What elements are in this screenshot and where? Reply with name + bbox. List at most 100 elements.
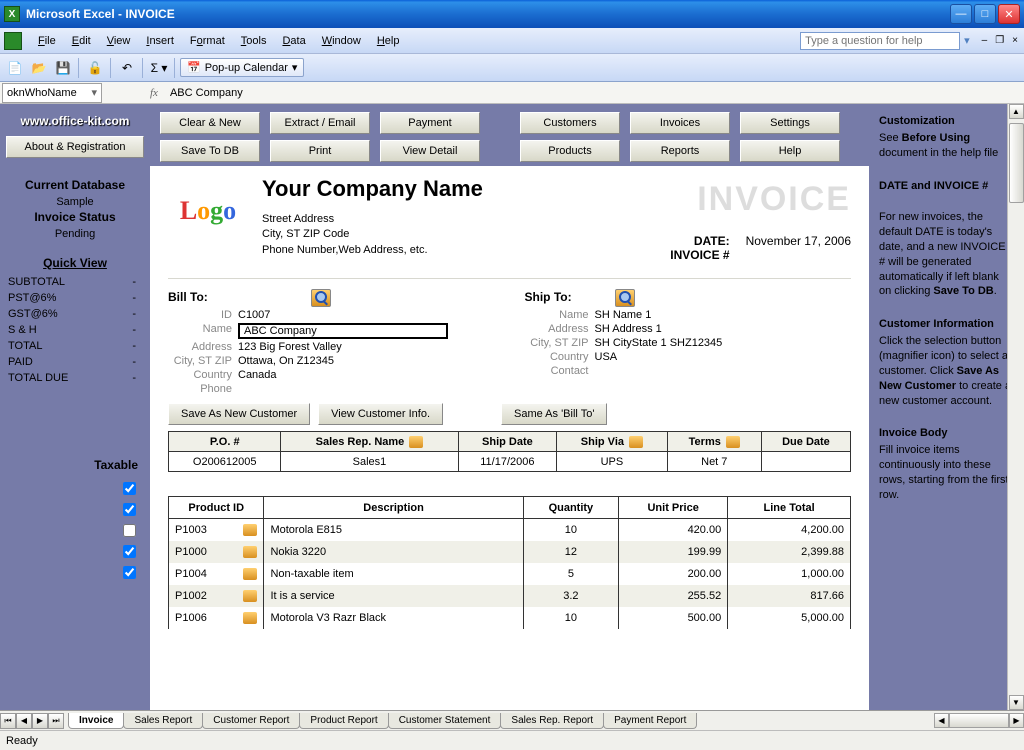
info-cell[interactable] bbox=[761, 452, 850, 472]
reports-button[interactable]: Reports bbox=[630, 140, 730, 162]
hscroll-thumb[interactable] bbox=[949, 713, 1009, 728]
new-button[interactable]: 📄 bbox=[4, 57, 26, 79]
help-dropdown[interactable]: ▾ bbox=[960, 34, 974, 47]
info-cell[interactable]: 11/17/2006 bbox=[458, 452, 557, 472]
payment-button[interactable]: Payment bbox=[380, 112, 480, 134]
view-customer-info-button[interactable]: View Customer Info. bbox=[318, 403, 443, 425]
workbook-restore-button[interactable]: ❐ bbox=[993, 35, 1006, 46]
extract-email-button[interactable]: Extract / Email bbox=[270, 112, 370, 134]
workbook-close-button[interactable]: × bbox=[1010, 35, 1020, 46]
unit-price-cell[interactable]: 199.99 bbox=[619, 541, 728, 563]
bill-city[interactable]: Ottawa, On Z12345 bbox=[238, 355, 334, 367]
lookup-icon[interactable] bbox=[243, 546, 257, 558]
chevron-down-icon[interactable]: ▾ bbox=[91, 86, 97, 99]
scroll-down-button[interactable]: ▼ bbox=[1009, 695, 1024, 710]
lookup-icon[interactable] bbox=[243, 612, 257, 624]
sheet-tab-sales-report[interactable]: Sales Report bbox=[123, 713, 203, 729]
permission-button[interactable]: 🔓 bbox=[84, 57, 106, 79]
open-button[interactable]: 📂 bbox=[28, 57, 50, 79]
quantity-cell[interactable]: 3.2 bbox=[523, 585, 618, 607]
taxable-checkbox[interactable] bbox=[123, 524, 136, 537]
about-registration-button[interactable]: About & Registration bbox=[6, 136, 144, 158]
close-button[interactable]: ✕ bbox=[998, 4, 1020, 24]
product-id-cell[interactable]: P1004 bbox=[169, 563, 264, 585]
tab-prev-button[interactable]: ◀ bbox=[16, 713, 32, 729]
sheet-tab-customer-report[interactable]: Customer Report bbox=[202, 713, 300, 729]
lookup-icon[interactable] bbox=[243, 590, 257, 602]
menu-view[interactable]: View bbox=[99, 32, 139, 50]
unit-price-cell[interactable]: 500.00 bbox=[619, 607, 728, 629]
menu-help[interactable]: Help bbox=[369, 32, 408, 50]
taxable-checkbox[interactable] bbox=[123, 503, 136, 516]
print-button[interactable]: Print bbox=[270, 140, 370, 162]
menu-tools[interactable]: Tools bbox=[233, 32, 275, 50]
hscroll-right-button[interactable]: ▶ bbox=[1009, 713, 1024, 728]
vertical-scrollbar[interactable]: ▲ ▼ bbox=[1007, 104, 1024, 710]
quantity-cell[interactable]: 5 bbox=[523, 563, 618, 585]
description-cell[interactable]: Non-taxable item bbox=[264, 563, 523, 585]
taxable-checkbox[interactable] bbox=[123, 545, 136, 558]
ship-city[interactable]: SH CityState 1 SHZ12345 bbox=[595, 337, 723, 349]
settings-button[interactable]: Settings bbox=[740, 112, 840, 134]
ship-address[interactable]: SH Address 1 bbox=[595, 323, 662, 335]
website-link[interactable]: www.office-kit.com bbox=[6, 114, 144, 128]
product-id-cell[interactable]: P1002 bbox=[169, 585, 264, 607]
sheet-tab-payment-report[interactable]: Payment Report bbox=[603, 713, 697, 729]
lookup-icon[interactable] bbox=[243, 524, 257, 536]
lookup-icon[interactable] bbox=[409, 436, 423, 448]
menu-edit[interactable]: Edit bbox=[64, 32, 99, 50]
sheet-tab-invoice[interactable]: Invoice bbox=[68, 713, 124, 729]
scroll-thumb[interactable] bbox=[1009, 123, 1024, 203]
description-cell[interactable]: Nokia 3220 bbox=[264, 541, 523, 563]
help-button[interactable]: Help bbox=[740, 140, 840, 162]
view-detail-button[interactable]: View Detail bbox=[380, 140, 480, 162]
name-box[interactable]: oknWhoName ▾ bbox=[2, 83, 102, 103]
taxable-checkbox[interactable] bbox=[123, 482, 136, 495]
info-cell[interactable]: Net 7 bbox=[667, 452, 761, 472]
unit-price-cell[interactable]: 420.00 bbox=[619, 519, 728, 541]
menu-window[interactable]: Window bbox=[314, 32, 369, 50]
autosum-button[interactable]: Σ ▾ bbox=[148, 57, 170, 79]
menu-file[interactable]: File bbox=[30, 32, 64, 50]
lookup-icon[interactable] bbox=[726, 436, 740, 448]
product-id-cell[interactable]: P1003 bbox=[169, 519, 264, 541]
select-customer-icon[interactable] bbox=[311, 289, 331, 307]
tab-next-button[interactable]: ▶ bbox=[32, 713, 48, 729]
quantity-cell[interactable]: 12 bbox=[523, 541, 618, 563]
ship-name[interactable]: SH Name 1 bbox=[595, 309, 652, 321]
save-new-customer-button[interactable]: Save As New Customer bbox=[168, 403, 310, 425]
hscroll-left-button[interactable]: ◀ bbox=[934, 713, 949, 728]
bill-country[interactable]: Canada bbox=[238, 369, 277, 381]
save-to-db-button[interactable]: Save To DB bbox=[160, 140, 260, 162]
menu-data[interactable]: Data bbox=[274, 32, 313, 50]
sheet-tab-customer-statement[interactable]: Customer Statement bbox=[388, 713, 502, 729]
description-cell[interactable]: Motorola V3 Razr Black bbox=[264, 607, 523, 629]
description-cell[interactable]: It is a service bbox=[264, 585, 523, 607]
clear-new-button[interactable]: Clear & New bbox=[160, 112, 260, 134]
fx-icon[interactable]: fx bbox=[150, 87, 158, 99]
tab-first-button[interactable]: ⏮ bbox=[0, 713, 16, 729]
maximize-button[interactable]: □ bbox=[974, 4, 996, 24]
save-button[interactable]: 💾 bbox=[52, 57, 74, 79]
formula-text[interactable]: ABC Company bbox=[170, 87, 243, 99]
info-cell[interactable]: UPS bbox=[557, 452, 667, 472]
help-search-input[interactable] bbox=[800, 32, 960, 50]
description-cell[interactable]: Motorola E815 bbox=[264, 519, 523, 541]
bill-id[interactable]: C1007 bbox=[238, 309, 270, 321]
bill-address[interactable]: 123 Big Forest Valley bbox=[238, 341, 342, 353]
workbook-minimize-button[interactable]: – bbox=[980, 35, 990, 46]
bill-name-input[interactable]: ABC Company bbox=[238, 323, 448, 339]
quantity-cell[interactable]: 10 bbox=[523, 607, 618, 629]
date-value[interactable]: November 17, 2006 bbox=[746, 234, 851, 248]
info-cell[interactable]: O200612005 bbox=[169, 452, 281, 472]
taxable-checkbox[interactable] bbox=[123, 566, 136, 579]
select-shipto-icon[interactable] bbox=[615, 289, 635, 307]
sheet-tab-sales-rep-report[interactable]: Sales Rep. Report bbox=[500, 713, 604, 729]
product-id-cell[interactable]: P1000 bbox=[169, 541, 264, 563]
ship-country[interactable]: USA bbox=[595, 351, 618, 363]
product-id-cell[interactable]: P1006 bbox=[169, 607, 264, 629]
same-as-bill-to-button[interactable]: Same As 'Bill To' bbox=[501, 403, 607, 425]
customers-button[interactable]: Customers bbox=[520, 112, 620, 134]
info-cell[interactable]: Sales1 bbox=[281, 452, 458, 472]
lookup-icon[interactable] bbox=[243, 568, 257, 580]
